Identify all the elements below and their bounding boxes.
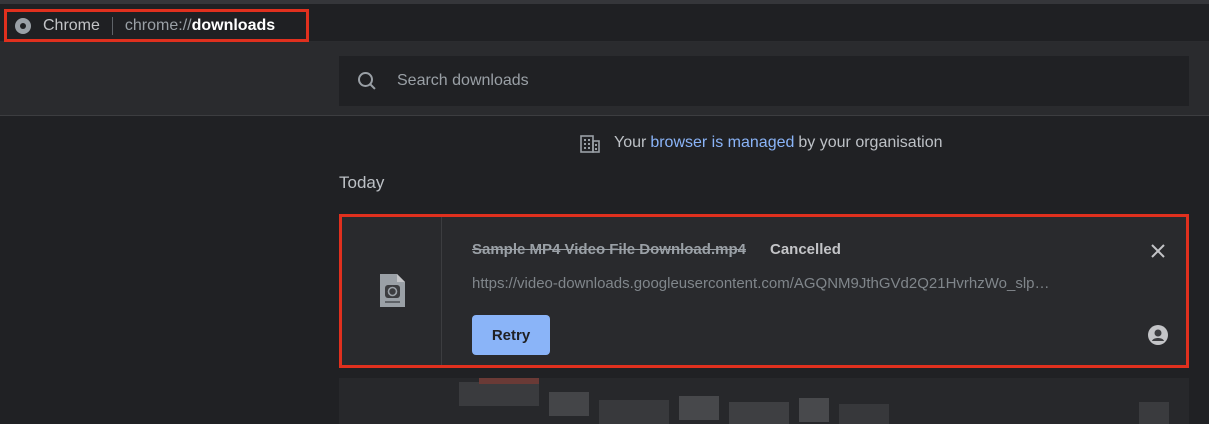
building-icon xyxy=(580,135,600,153)
site-chip-label: Chrome xyxy=(43,16,100,34)
search-icon xyxy=(357,71,377,91)
address-bar-strip: Chrome chrome:// downloads xyxy=(0,0,1209,42)
close-icon[interactable] xyxy=(1148,241,1168,261)
blur-block xyxy=(549,392,589,416)
blur-block xyxy=(1139,402,1169,424)
blur-block xyxy=(599,400,669,424)
url-scheme: chrome:// xyxy=(124,16,192,34)
chip-divider xyxy=(111,16,113,35)
video-file-icon xyxy=(379,274,405,307)
managed-prefix: Your xyxy=(614,134,647,151)
blur-block xyxy=(479,378,539,384)
profile-icon xyxy=(1148,325,1168,345)
retry-button[interactable]: Retry xyxy=(472,315,550,355)
file-name-link[interactable]: Sample MP4 Video File Download.mp4 xyxy=(472,241,746,258)
managed-suffix: by your organisation xyxy=(798,134,943,151)
managed-banner: Your browser is managed by your organisa… xyxy=(580,132,943,154)
search-downloads-field[interactable]: Search downloads xyxy=(339,56,1189,106)
managed-link[interactable]: browser is managed xyxy=(650,134,794,152)
source-url-link[interactable]: https://video-downloads.googleuserconten… xyxy=(472,275,1112,292)
chrome-icon xyxy=(15,17,31,34)
file-icon-column xyxy=(342,217,442,365)
blurred-download-item xyxy=(339,378,1189,424)
downloads-header: Search downloads xyxy=(0,42,1209,116)
blur-block xyxy=(459,382,539,406)
omnibox[interactable]: Chrome chrome:// downloads xyxy=(4,9,309,42)
download-status: Cancelled xyxy=(770,241,841,258)
url-host: downloads xyxy=(191,16,276,34)
blur-block xyxy=(839,404,889,424)
download-item-card: Sample MP4 Video File Download.mp4 Cance… xyxy=(339,214,1189,368)
search-placeholder: Search downloads xyxy=(397,72,529,89)
blur-block xyxy=(729,402,789,424)
blur-block xyxy=(679,396,719,420)
section-heading-today: Today xyxy=(339,173,385,192)
blur-block xyxy=(799,398,829,422)
